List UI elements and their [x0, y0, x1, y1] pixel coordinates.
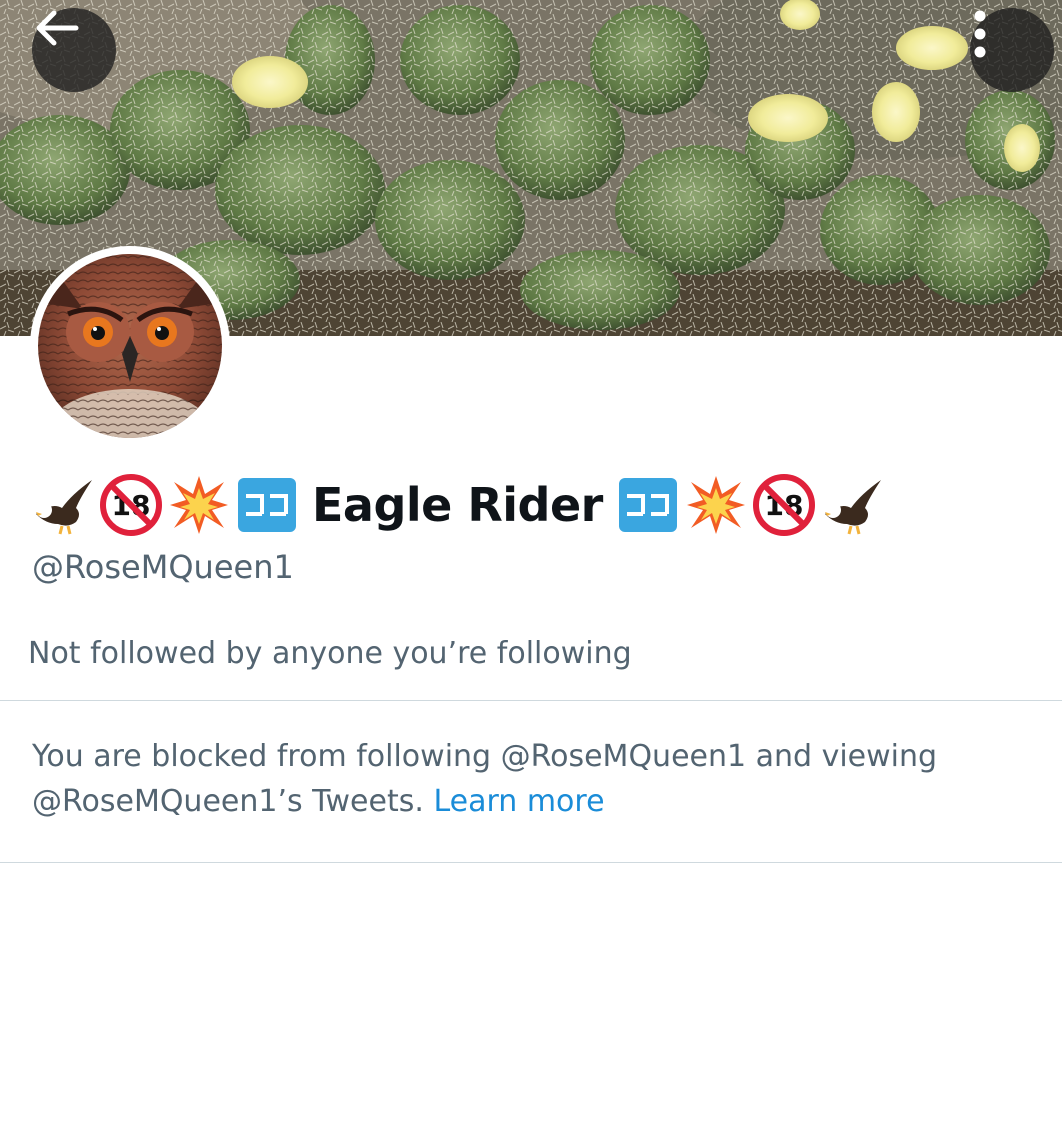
eagle-emoji [821, 474, 883, 536]
collision-emoji [685, 474, 747, 536]
display-name: Eagle Rider [312, 478, 603, 532]
learn-more-link[interactable]: Learn more [433, 784, 604, 819]
more-vertical-icon [974, 10, 986, 58]
koko-emoji [236, 474, 298, 536]
display-name-row: 18 Eagle Rider [32, 472, 883, 538]
followers-you-know-note: Not followed by anyone you’re following [28, 636, 632, 671]
no-under-18-emoji: 18 [100, 474, 162, 536]
more-options-button[interactable] [970, 8, 1054, 92]
no-under-18-emoji: 18 [752, 474, 815, 536]
profile-page: 18 Eagle Rider [0, 0, 1062, 1124]
eagle-emoji [32, 474, 94, 536]
koko-emoji [617, 474, 679, 536]
divider [0, 700, 1062, 701]
owl-avatar-image [38, 254, 222, 438]
profile-handle: @RoseMQueen1 [32, 548, 294, 586]
arrow-left-icon [36, 10, 79, 46]
collision-emoji [168, 474, 230, 536]
blocked-notice: You are blocked from following @RoseMQue… [32, 734, 1022, 824]
back-button[interactable] [32, 8, 116, 92]
divider [0, 862, 1062, 863]
avatar[interactable] [30, 246, 230, 446]
